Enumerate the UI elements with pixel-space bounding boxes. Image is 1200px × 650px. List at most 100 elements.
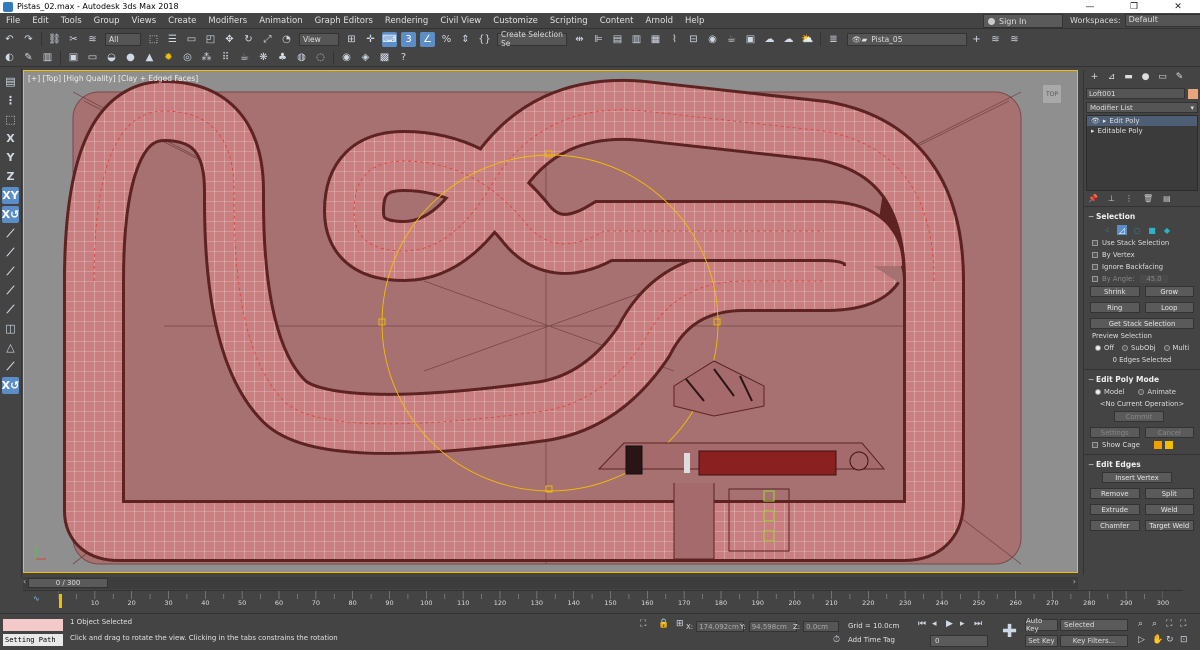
by-angle-row[interactable]: By Angle: 45.0 — [1084, 273, 1200, 285]
z-axis-icon[interactable]: Z — [2, 168, 19, 185]
sun-icon[interactable]: ✹ — [161, 50, 176, 65]
hair-icon[interactable]: ❋ — [256, 50, 271, 65]
get-stack-selection-button[interactable]: Get Stack Selection — [1090, 318, 1194, 329]
cage-selected-color-swatch[interactable] — [1164, 441, 1173, 449]
show-end-result-icon[interactable]: ⊥ — [1108, 194, 1115, 203]
y-coordinate-field[interactable]: 94.598cm — [748, 621, 797, 632]
eye-icon[interactable]: 👁 — [1091, 117, 1100, 125]
cancel-button[interactable]: Cancel — [1144, 427, 1194, 438]
viewcube[interactable]: TOP — [1043, 85, 1061, 103]
placement-icon[interactable]: ◔ — [279, 32, 294, 47]
render-production-icon[interactable]: ☁ — [762, 32, 777, 47]
play-icon[interactable]: ▶ — [946, 619, 953, 629]
go-to-start-icon[interactable]: ⏮ — [918, 619, 926, 629]
window-crossing-icon[interactable]: ◰ — [203, 32, 218, 47]
unlink-icon[interactable]: ✂ — [66, 32, 81, 47]
rendered-frame-icon[interactable]: ▣ — [743, 32, 758, 47]
expand-icon[interactable]: ▸ — [1103, 117, 1107, 125]
arnold-render-icon[interactable]: ▩ — [377, 50, 392, 65]
curve-editor-mini-icon[interactable]: ∿ — [33, 594, 40, 603]
edge-level-icon[interactable]: ◿ — [1117, 225, 1127, 235]
menu-help[interactable]: Help — [679, 16, 710, 26]
menu-modifiers[interactable]: Modifiers — [202, 16, 253, 26]
menu-graph-editors[interactable]: Graph Editors — [309, 16, 379, 26]
model-radio[interactable] — [1095, 389, 1101, 395]
render-sphere-icon[interactable]: ◉ — [339, 50, 354, 65]
workspaces-dropdown[interactable]: Default — [1124, 14, 1200, 27]
tab-utilities[interactable]: ✎ — [1171, 71, 1188, 84]
next-frame-arrow-icon[interactable]: › — [1073, 577, 1076, 586]
weld-button[interactable]: Weld — [1144, 504, 1194, 515]
border-level-icon[interactable]: ◌ — [1132, 225, 1142, 235]
remove-modifier-icon[interactable]: 🗑 — [1143, 194, 1153, 203]
material-icon[interactable]: ◍ — [294, 50, 309, 65]
next-frame-icon[interactable]: ▸ — [960, 619, 965, 629]
percent-snap-icon[interactable]: % — [439, 32, 454, 47]
toggle-ribbon-icon[interactable]: ▦ — [648, 32, 663, 47]
pin-stack-icon[interactable]: 📌 — [1088, 194, 1098, 203]
maxscript-output[interactable]: Setting Path — [3, 634, 63, 646]
named-selection-dropdown[interactable]: Create Selection Se — [497, 30, 567, 48]
stack-item-editable-poly[interactable]: ▸ Editable Poly — [1087, 126, 1197, 136]
maximize-button[interactable]: ❐ — [1112, 0, 1156, 13]
stack-item-edit-poly[interactable]: 👁 ▸ Edit Poly — [1087, 116, 1197, 126]
menu-arnold[interactable]: Arnold — [640, 16, 680, 26]
maxscript-listener[interactable] — [3, 619, 63, 631]
layer-select-icon[interactable]: ≋ — [1007, 32, 1022, 47]
snap-grid-icon[interactable]: ◫ — [2, 320, 19, 337]
zoom-all-icon[interactable]: ⌕ — [1152, 619, 1157, 629]
menu-edit[interactable]: Edit — [26, 16, 54, 26]
preview-off-radio[interactable] — [1095, 345, 1101, 351]
menu-views[interactable]: Views — [126, 16, 163, 26]
modifier-list-dropdown[interactable]: Modifier List ▾ — [1086, 102, 1198, 113]
keyboard-shortcut-toggle-icon[interactable]: ⌨ — [382, 31, 397, 47]
use-stack-selection-checkbox[interactable]: Use Stack Selection — [1084, 237, 1200, 249]
time-slider-thumb[interactable]: 0 / 300 — [28, 578, 108, 588]
snap-face-icon[interactable]: ⟋ — [2, 301, 19, 318]
settings-button[interactable]: Settings — [1090, 427, 1140, 438]
selection-rollout-header[interactable]: Selection — [1084, 210, 1200, 223]
mirror-icon[interactable]: ⇹ — [572, 32, 587, 47]
layer-stack-icon[interactable]: ≋ — [988, 32, 1003, 47]
snap-options-icon[interactable]: ⟋ — [2, 358, 19, 375]
key-mode-dropdown[interactable]: Selected — [1060, 619, 1128, 631]
dome-icon[interactable]: ◒ — [104, 50, 119, 65]
animate-radio[interactable] — [1138, 389, 1145, 395]
set-key-icon[interactable]: ✚ — [1002, 621, 1017, 642]
render-setup-icon[interactable]: ☕ — [724, 32, 739, 47]
zoom-extents-icon[interactable]: ⛶ — [1166, 619, 1172, 629]
display-icon[interactable]: ⋮ — [2, 92, 19, 109]
element-level-icon[interactable]: ◆ — [1162, 225, 1172, 235]
snaps-toggle-icon[interactable]: 3 — [401, 31, 416, 47]
menu-customize[interactable]: Customize — [487, 16, 544, 26]
arnold-light-icon[interactable]: ◈ — [358, 50, 373, 65]
extrude-button[interactable]: Extrude — [1090, 504, 1140, 515]
align-icon[interactable]: ⊫ — [591, 32, 606, 47]
select-object-icon[interactable]: ⬚ — [146, 32, 161, 47]
tab-create[interactable]: + — [1086, 71, 1103, 84]
material-editor-icon[interactable]: ◉ — [705, 32, 720, 47]
split-button[interactable]: Split — [1144, 488, 1194, 499]
current-frame-field[interactable]: 0 — [930, 635, 988, 647]
redo-icon[interactable]: ↷ — [21, 32, 36, 47]
sphere-icon[interactable]: ● — [123, 50, 138, 65]
selection-icon[interactable]: ▥ — [40, 50, 55, 65]
curve-editor-icon[interactable]: ⌇ — [667, 32, 682, 47]
select-icon[interactable]: ⬚ — [2, 111, 19, 128]
zoom-extents-all-icon[interactable]: ⛶ — [1180, 619, 1186, 629]
bitmap-icon[interactable]: ◌ — [313, 50, 328, 65]
time-tag-icon[interactable]: ⏱ — [833, 635, 840, 645]
by-vertex-checkbox[interactable]: By Vertex — [1084, 249, 1200, 261]
edit-edges-rollout-header[interactable]: Edit Edges — [1084, 458, 1200, 471]
schematic-view-icon[interactable]: ⊟ — [686, 32, 701, 47]
help-icon[interactable]: ? — [396, 50, 411, 65]
pan-icon[interactable]: ✋ — [1152, 635, 1163, 645]
menu-animation[interactable]: Animation — [253, 16, 308, 26]
make-unique-icon[interactable]: ⋮ — [1125, 194, 1133, 203]
modeling-icon[interactable]: ◐ — [2, 50, 17, 65]
explorer-icon[interactable]: ▤ — [2, 73, 19, 90]
menu-content[interactable]: Content — [594, 16, 640, 26]
grid-icon[interactable]: ⁂ — [199, 50, 214, 65]
insert-vertex-button[interactable]: Insert Vertex — [1102, 472, 1172, 483]
maximize-viewport-icon[interactable]: ⊡ — [1180, 635, 1188, 645]
